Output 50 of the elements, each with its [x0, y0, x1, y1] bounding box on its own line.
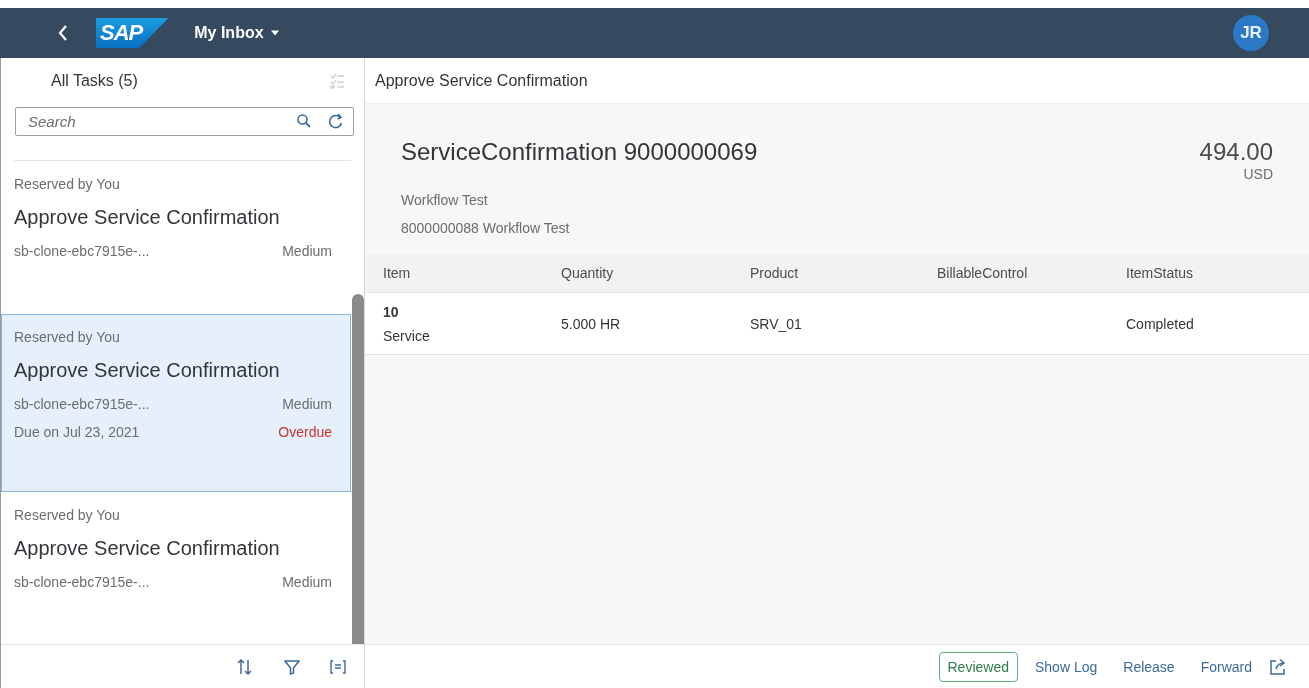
- table-cell-text: Service: [383, 327, 431, 344]
- task-title: Approve Service Confirmation: [14, 359, 281, 382]
- task-id: sb-clone-ebc7915e-...: [14, 243, 150, 259]
- task-priority: Medium: [282, 396, 332, 412]
- search-field[interactable]: Search: [15, 107, 354, 136]
- amount: 494.00: [1199, 138, 1273, 166]
- table-cell-text: 10: [383, 303, 400, 320]
- task-list-item[interactable]: Reserved by You Approve Service Confirmation sb-clone-ebc7915e-... Medium Due on Jul 23, 2021 Overdue: [1, 314, 351, 492]
- column-header: Product: [750, 265, 800, 281]
- table-cell: SRV_01: [750, 315, 802, 332]
- filter-icon[interactable]: [284, 658, 300, 675]
- object-title: ServiceConfirmation 9000000069: [401, 138, 758, 167]
- task-id: sb-clone-ebc7915e-...: [14, 396, 150, 412]
- due-status: Overdue: [278, 424, 332, 440]
- group-icon[interactable]: [330, 658, 346, 675]
- task-status: Reserved by You: [14, 329, 121, 345]
- currency: USD: [1243, 166, 1273, 182]
- task-id: sb-clone-ebc7915e-...: [14, 574, 150, 590]
- footer-button[interactable]: Reviewed: [938, 651, 1018, 682]
- share-icon[interactable]: [1269, 657, 1287, 676]
- task-priority: Medium: [282, 574, 332, 590]
- footer-button[interactable]: Forward: [1191, 651, 1261, 682]
- footer-button[interactable]: Release: [1114, 651, 1184, 682]
- table-cell: Completed: [1126, 315, 1194, 332]
- table-cell: 5.000 HR: [561, 315, 621, 332]
- list-title: All Tasks (5): [51, 71, 138, 90]
- user-avatar[interactable]: JR: [1233, 15, 1269, 51]
- object-attribute: 8000000088 Workflow Test: [401, 220, 571, 236]
- object-attribute: Workflow Test: [401, 192, 489, 208]
- task-title: Approve Service Confirmation: [14, 206, 281, 229]
- column-header: Item: [383, 265, 412, 281]
- table-row[interactable]: 10 Service 5.000 HR SRV_01 Completed: [365, 293, 1309, 355]
- task-priority: Medium: [282, 243, 332, 259]
- column-header: ItemStatus: [1126, 265, 1194, 281]
- search-icon[interactable]: [296, 113, 312, 129]
- column-header: BillableControl: [937, 265, 1029, 281]
- app-title-menu[interactable]: My Inbox: [194, 24, 280, 42]
- caret-icon: [269, 30, 280, 36]
- logo[interactable]: SAP: [96, 18, 169, 48]
- task-title: Approve Service Confirmation: [14, 537, 281, 560]
- refresh-icon[interactable]: [328, 113, 344, 129]
- scrollbar[interactable]: [352, 294, 364, 644]
- due-date: Due on Jul 23, 2021: [14, 424, 140, 440]
- footer-button[interactable]: Show Log: [1026, 651, 1107, 682]
- column-header: Quantity: [561, 265, 615, 281]
- task-status: Reserved by You: [14, 507, 121, 523]
- task-status: Reserved by You: [14, 176, 121, 192]
- back-icon[interactable]: [58, 25, 68, 41]
- page-title: Approve Service Confirmation: [375, 71, 588, 90]
- sort-icon[interactable]: [236, 657, 254, 676]
